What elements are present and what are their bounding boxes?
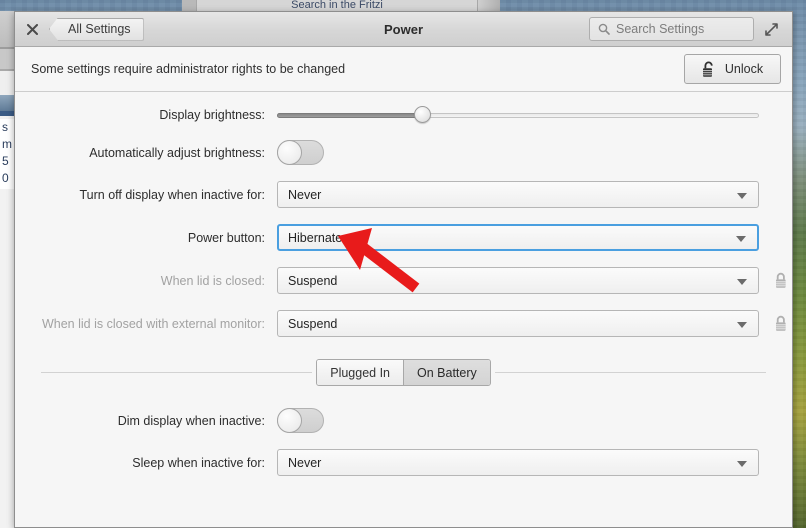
close-icon[interactable] (17, 12, 47, 47)
titlebar-right-group: Search Settings (589, 12, 792, 47)
maximize-glyph (764, 22, 778, 36)
all-settings-back-button[interactable]: All Settings (49, 17, 144, 41)
slider-fill (277, 113, 422, 118)
display-brightness-slider[interactable] (277, 106, 759, 124)
desktop: Search in the Fritzi s m 5 0 All Setting… (0, 0, 806, 528)
divider-left (41, 372, 313, 373)
locked-padlock-icon (776, 315, 786, 331)
row-dim-display: Dim display when inactive: (41, 408, 766, 433)
sleep-inactive-combobox[interactable]: Never (277, 449, 759, 476)
lid-closed-label: When lid is closed: (160, 273, 265, 288)
background-window-top-shadow-left (182, 0, 196, 11)
background-window-top-title: Search in the Fritzi (291, 0, 383, 11)
row-display-brightness: Display brightness: (41, 106, 766, 124)
all-settings-label: All Settings (68, 22, 131, 36)
row-auto-brightness: Automatically adjust brightness: (41, 140, 766, 165)
chevron-down-icon (737, 321, 747, 328)
lid-closed-external-combobox[interactable]: Suspend (277, 310, 759, 337)
row-sleep-inactive: Sleep when inactive for: Never (41, 449, 766, 476)
row-lid-closed: When lid is closed: Suspend (41, 267, 786, 294)
chevron-down-icon (737, 192, 747, 199)
row-turn-off-display: Turn off display when inactive for: Neve… (41, 181, 766, 208)
dim-display-label: Dim display when inactive: (117, 413, 265, 428)
auto-brightness-toggle[interactable] (277, 140, 324, 165)
lid-closed-value: Suspend (288, 273, 338, 288)
locked-padlock-icon (776, 272, 786, 288)
power-button-value: Hibernate (288, 230, 343, 245)
settings-content: Display brightness: Automatically adjust… (15, 92, 792, 527)
sleep-inactive-label: Sleep when inactive for: (132, 455, 265, 470)
tab-on-battery-label: On Battery (417, 365, 477, 380)
chevron-down-icon (737, 278, 747, 285)
close-glyph (26, 23, 38, 35)
maximize-icon[interactable] (754, 12, 788, 47)
divider-right (494, 372, 766, 373)
power-button-combobox[interactable]: Hibernate (277, 224, 759, 251)
unlock-padlock-icon (702, 61, 713, 77)
lid-closed-external-value: Suspend (288, 316, 338, 331)
chevron-down-icon (736, 235, 746, 242)
turn-off-display-combobox[interactable]: Never (277, 181, 759, 208)
power-source-tabs-row: Plugged In On Battery (41, 359, 766, 386)
background-window-top-shadow-right (478, 0, 500, 11)
toggle-handle (277, 408, 302, 433)
search-placeholder: Search Settings (616, 22, 705, 36)
power-settings-window: All Settings Power Search Settings Some … (14, 11, 793, 528)
dim-display-toggle[interactable] (277, 408, 324, 433)
lid-closed-external-lock (764, 315, 792, 332)
lid-closed-combobox[interactable]: Suspend (277, 267, 759, 294)
auto-brightness-label: Automatically adjust brightness: (89, 145, 265, 160)
row-lid-closed-external: When lid is closed with external monitor… (41, 310, 786, 337)
turn-off-display-label: Turn off display when inactive for: (79, 187, 265, 202)
sleep-inactive-value: Never (288, 455, 322, 470)
power-button-label: Power button: (187, 230, 265, 245)
unlock-label: Unlock (724, 62, 764, 76)
tab-on-battery[interactable]: On Battery (403, 360, 490, 385)
search-input[interactable]: Search Settings (589, 17, 754, 41)
lid-closed-lock (764, 272, 792, 289)
tab-plugged-in[interactable]: Plugged In (317, 360, 404, 385)
search-icon (598, 23, 610, 35)
admin-rights-infobar: Some settings require administrator righ… (15, 47, 792, 92)
toggle-handle (277, 140, 302, 165)
background-window-top[interactable]: Search in the Fritzi (196, 0, 478, 11)
display-brightness-label: Display brightness: (159, 108, 265, 122)
unlock-button[interactable]: Unlock (684, 54, 781, 84)
row-power-button: Power button: Hibernate (41, 224, 766, 251)
infobar-message: Some settings require administrator righ… (31, 62, 346, 76)
tab-plugged-in-label: Plugged In (330, 365, 391, 380)
titlebar: All Settings Power Search Settings (15, 12, 792, 47)
turn-off-display-value: Never (288, 187, 322, 202)
power-source-tabs: Plugged In On Battery (316, 359, 491, 386)
lid-closed-external-label: When lid is closed with external monitor… (41, 316, 265, 331)
slider-knob[interactable] (413, 106, 431, 123)
chevron-down-icon (737, 460, 747, 467)
